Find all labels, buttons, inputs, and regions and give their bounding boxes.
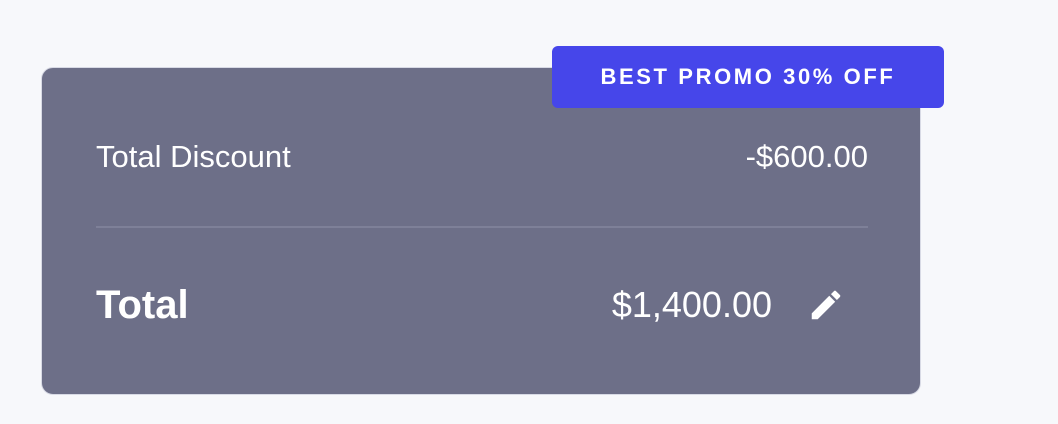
total-row: Total $1,400.00	[96, 280, 868, 330]
discount-value: -$600.00	[745, 139, 868, 174]
total-value: $1,400.00	[611, 284, 772, 325]
discount-row: Total Discount -$600.00	[96, 134, 868, 180]
promo-badge: BEST PROMO 30% OFF	[552, 46, 944, 108]
divider	[96, 226, 868, 228]
pencil-icon[interactable]	[806, 285, 846, 325]
order-summary-card: Total Discount -$600.00 Total $1,400.00	[41, 67, 921, 395]
total-label: Total	[96, 282, 189, 327]
total-value-group: $1,400.00	[612, 284, 868, 326]
discount-label: Total Discount	[96, 139, 291, 174]
pencil-icon-graphic	[811, 290, 841, 320]
